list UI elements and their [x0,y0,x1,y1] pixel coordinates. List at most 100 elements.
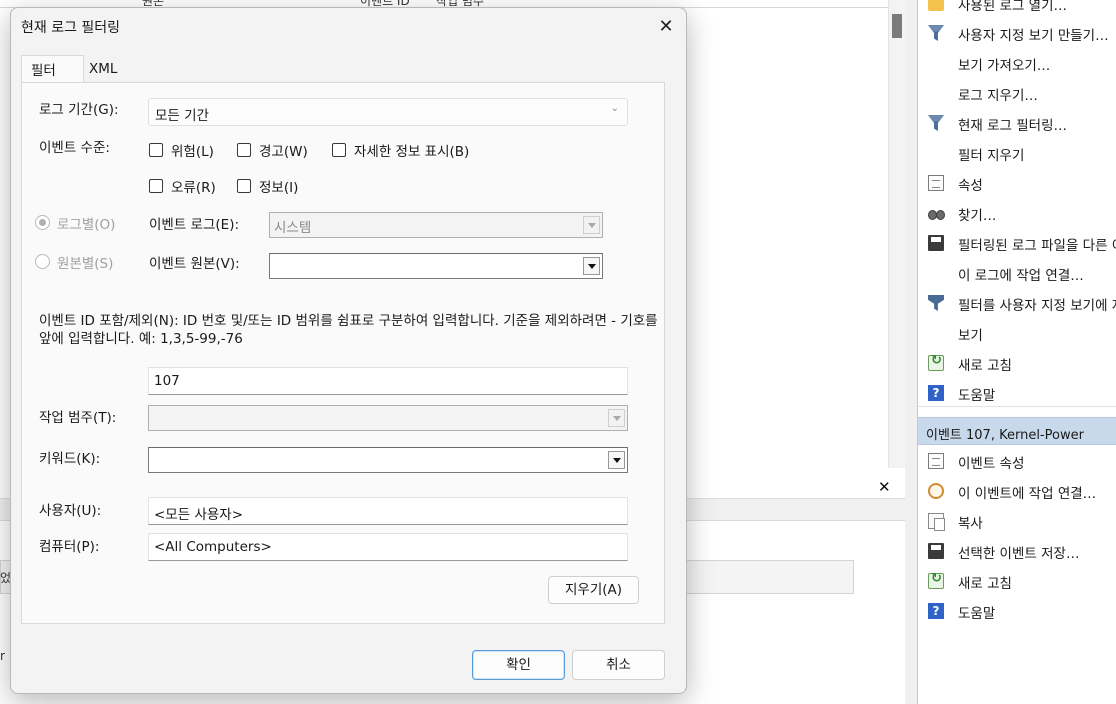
actions-pane: 사용된 로그 열기… 사용자 지정 보기 만들기… 보기 가져오기… 로그 지우기… 현… [918,0,1116,704]
help-icon: ? [928,603,944,619]
level-info-label: 정보(I) [259,180,299,196]
dropdown-arrow-icon [608,409,625,427]
detail-close-icon[interactable]: ✕ [878,478,891,496]
keywords-select[interactable] [148,447,628,473]
checkbox-box [237,143,251,157]
action-item[interactable]: 보기 가져오기… [918,48,1116,78]
action-item-label: 보기 [958,328,983,344]
level-verbose-label: 자세한 정보 표시(B) [354,144,470,160]
action-item-label: 이 로그에 작업 연결… [958,268,1084,284]
action-item[interactable]: 사용된 로그 열기… [918,0,1116,18]
cancel-button[interactable]: 취소 [572,650,665,680]
keywords-label: 키워드(K): [39,451,101,467]
action-item-label: 새로 고침 [958,576,1012,592]
computer-input[interactable]: <All Computers> [148,533,628,561]
action-item-label: 현재 로그 필터링… [958,118,1068,134]
action-item[interactable]: 필터를 사용자 지정 보기에 저장… [918,288,1116,318]
action-item[interactable]: 필터 지우기 [918,138,1116,168]
binoculars-icon [928,205,945,221]
tab-xml-label: XML [89,61,118,77]
dropdown-arrow-icon [583,216,600,234]
scrollbar-thumb[interactable] [892,14,902,38]
action-item[interactable]: 현재 로그 필터링… [918,108,1116,138]
user-input[interactable]: <모든 사용자> [148,497,628,525]
refresh-icon [928,571,944,589]
dialog-title: 현재 로그 필터링 [21,20,121,36]
close-icon[interactable]: ✕ [646,11,686,43]
help-icon: ? [928,385,944,401]
clear-button[interactable]: 지우기(A) [548,576,639,604]
action-item[interactable]: 복사 [918,506,1116,536]
action-item-label: 필터링된 로그 파일을 다른 이름으로 저장… [958,238,1116,254]
task-category-select[interactable] [148,405,628,431]
properties-icon [928,453,944,469]
tab-filter-label: 필터 [31,63,56,79]
funnel-icon [928,115,944,131]
action-item-label: 복사 [958,516,983,532]
action-item-label: 선택한 이벤트 저장… [958,546,1080,562]
level-warning-label: 경고(W) [259,144,308,160]
event-id-input[interactable]: 107 [148,367,628,395]
checkbox-box [149,179,163,193]
log-period-select[interactable]: 모든 기간 ⌄ [148,98,628,126]
action-item[interactable]: 이벤트 속성 [918,446,1116,476]
tab-filter[interactable]: 필터 [21,55,84,83]
actions-section-header[interactable]: 이벤트 107, Kernel-Power [918,417,1116,445]
action-item[interactable]: ? 도움말 [918,378,1116,408]
checkbox-box [237,179,251,193]
action-item[interactable]: 새로 고침 [918,348,1116,378]
radio-dot [35,215,50,230]
pane-splitter[interactable] [905,0,918,704]
by-log-label: 로그별(O) [57,217,116,233]
action-item-label: 이벤트 속성 [958,456,1025,472]
event-log-label: 이벤트 로그(E): [149,217,240,233]
action-item-label: 도움말 [958,388,996,404]
dropdown-arrow-icon [583,257,600,275]
action-item[interactable]: 로그 지우기… [918,78,1116,108]
action-item-label: 새로 고침 [958,358,1012,374]
action-item[interactable]: 필터링된 로그 파일을 다른 이름으로 저장… [918,228,1116,258]
event-source-select[interactable] [269,253,603,279]
task-icon [928,483,944,499]
task-category-label: 작업 범주(T): [39,410,117,426]
action-item[interactable]: 속성 [918,168,1116,198]
properties-icon [928,175,944,191]
action-item[interactable]: 선택한 이벤트 저장… [918,536,1116,566]
action-item-label: 로그 지우기… [958,88,1038,104]
action-item[interactable]: 이 이벤트에 작업 연결… [918,476,1116,506]
action-item-label: 이 이벤트에 작업 연결… [958,486,1097,502]
filter-current-log-dialog: 현재 로그 필터링 ✕ 필터 XML 로그 기간(G): 모든 기간 ⌄ 이벤트… [10,7,687,694]
refresh-icon [928,353,944,371]
action-item[interactable]: 새로 고침 [918,566,1116,596]
action-item[interactable]: 사용자 지정 보기 만들기… [918,18,1116,48]
action-item[interactable]: 보기 [918,318,1116,348]
filter-view-icon [928,295,944,311]
action-item[interactable]: 찾기… [918,198,1116,228]
event-log-select[interactable]: 시스템 [269,212,603,238]
ok-button[interactable]: 확인 [472,650,565,680]
action-item[interactable]: ? 도움말 [918,596,1116,626]
checkbox-box [149,143,163,157]
detail-text-fragment: r [0,649,5,663]
copy-icon [928,513,945,531]
radio-dot [35,254,50,269]
action-item-label: 사용자 지정 보기 만들기… [958,28,1109,44]
action-item-label: 속성 [958,178,983,194]
log-period-value: 모든 기간 [155,108,209,124]
action-item-label: 찾기… [958,208,997,224]
action-item-label: 도움말 [958,606,996,622]
computer-label: 컴퓨터(P): [39,539,100,555]
action-item[interactable]: 이 로그에 작업 연결… [918,258,1116,288]
save-icon [928,543,944,559]
event-log-value: 시스템 [274,220,312,236]
funnel-icon [928,25,944,41]
event-id-description: 이벤트 ID 포함/제외(N): ID 번호 및/또는 ID 범위를 쉼표로 구… [39,313,658,347]
chevron-down-icon: ⌄ [610,103,619,114]
action-item-label: 사용된 로그 열기… [958,0,1068,14]
action-item-label: 필터 지우기 [958,148,1025,164]
level-critical-label: 위험(L) [171,144,214,160]
dropdown-arrow-icon [608,451,625,469]
event-list-scrollbar[interactable] [888,0,905,468]
checkbox-box [332,143,346,157]
log-period-label: 로그 기간(G): [39,102,119,118]
